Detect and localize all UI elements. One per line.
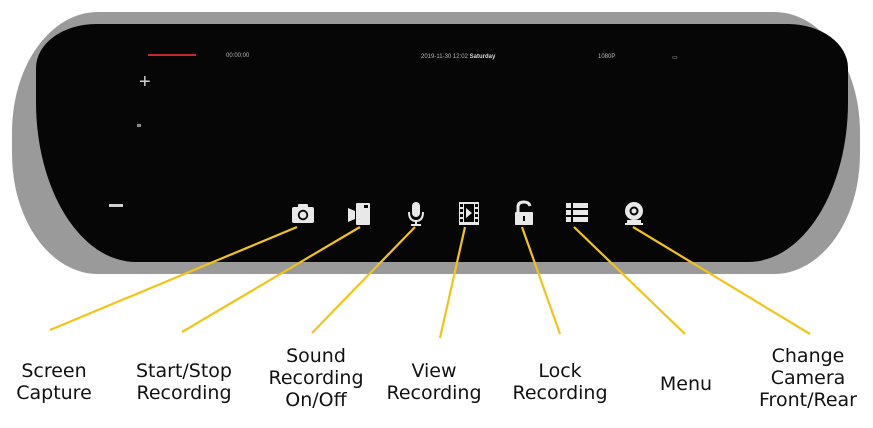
label-menu: Menu [659,373,713,395]
zoom-out-button[interactable] [109,204,123,207]
date-time-display: 2019-11-30 12:02 Saturday [421,54,495,60]
camera-switch-icon[interactable] [620,199,648,227]
microphone-icon[interactable] [402,199,430,227]
label-sound-recording: Sound Recording On/Off [268,345,364,411]
unlock-icon[interactable] [510,199,538,227]
zoom-in-button[interactable]: + [139,72,151,92]
label-screen-capture: Screen Capture [16,360,92,404]
zoom-level-indicator [137,124,141,127]
label-change-camera: Change Camera Front/Rear [759,345,857,411]
label-view-recording: View Recording [386,360,482,404]
weekday: Saturday [469,54,496,60]
resolution-badge: 1080P [598,54,616,60]
label-lock-recording: Lock Recording [512,360,608,404]
video-record-icon[interactable] [345,199,373,227]
recording-indicator [148,53,196,60]
date-time: 2019-11-30 12:02 [421,54,468,60]
recording-indicator-bar [148,54,196,57]
dashcam-diagram: 00:00:00 2019-11-30 12:02 Saturday 1080P… [0,0,873,428]
menu-list-icon[interactable] [563,199,591,227]
camera-icon[interactable] [289,199,317,227]
recording-timer: 00:00:00 [226,53,250,59]
battery-icon: ▭ [672,55,678,61]
label-start-stop-recording: Start/Stop Recording [135,360,232,404]
film-play-icon[interactable] [455,199,483,227]
